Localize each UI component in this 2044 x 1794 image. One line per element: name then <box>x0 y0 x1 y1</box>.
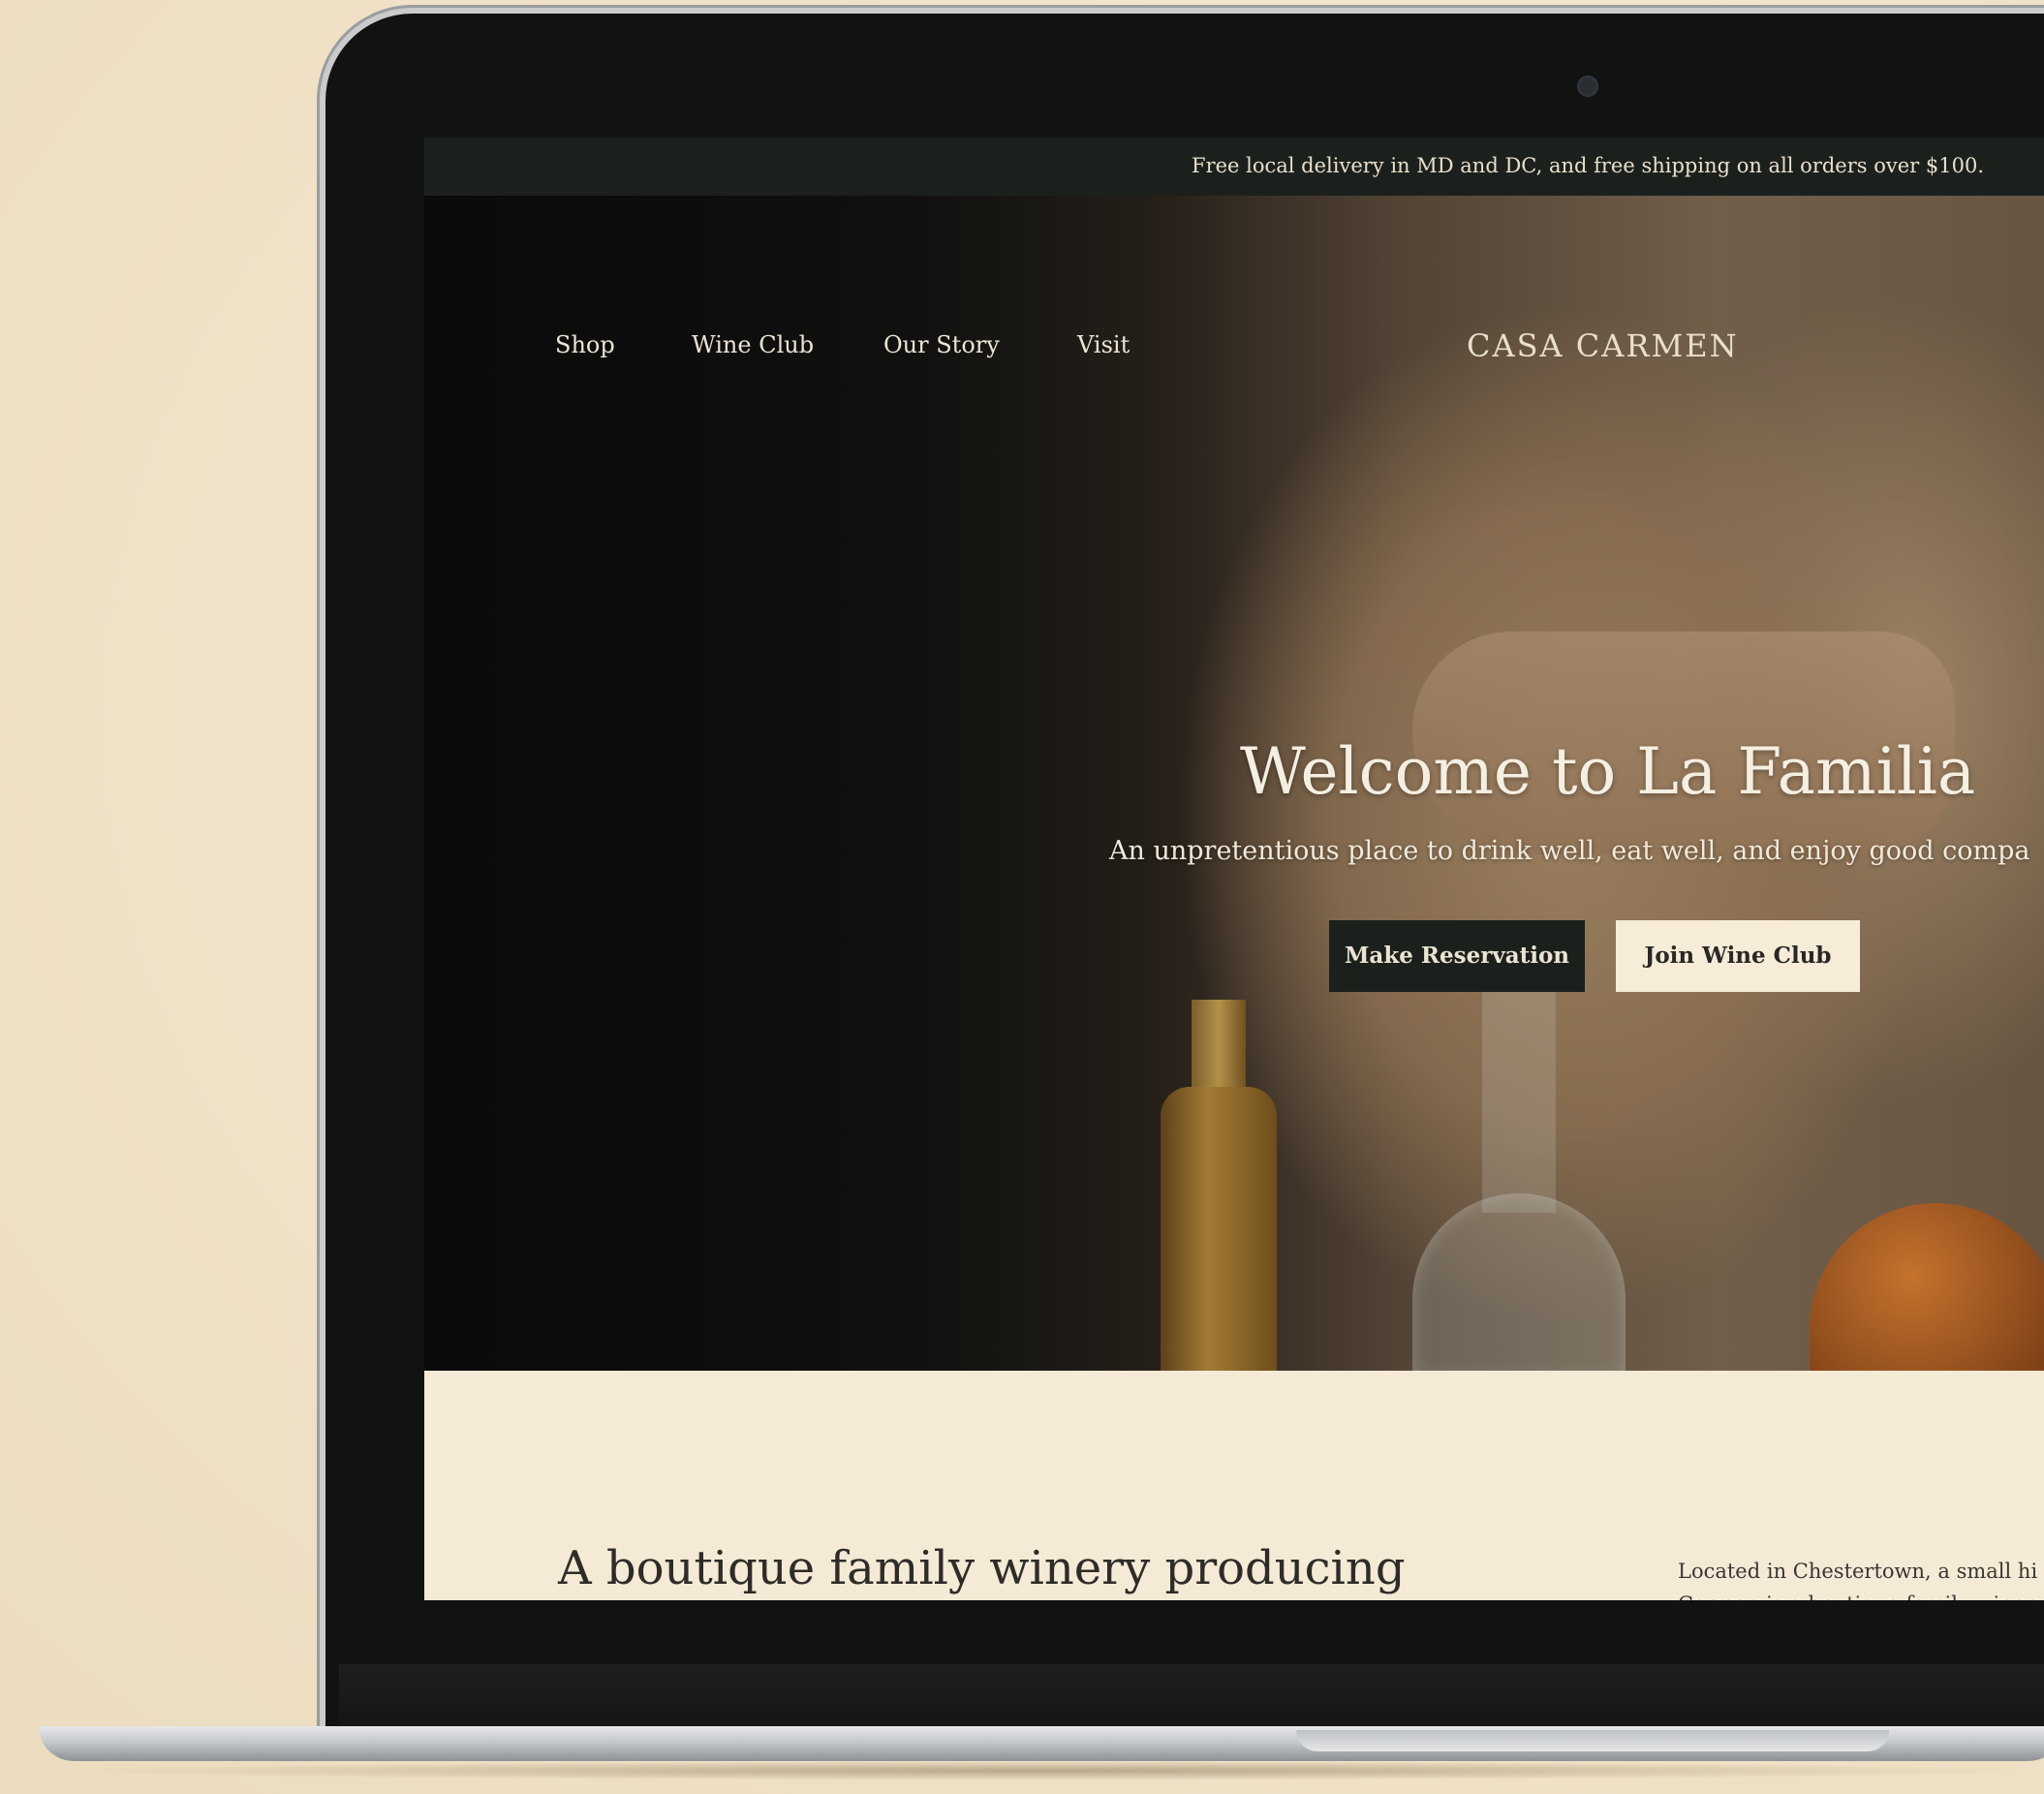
announcement-text: Free local delivery in MD and DC, and fr… <box>1192 154 1984 177</box>
hero-title: Welcome to La Familia <box>1240 734 1976 809</box>
announcement-bar: Free local delivery in MD and DC, and fr… <box>424 138 2044 196</box>
camera-icon <box>1577 76 1598 97</box>
make-reservation-button[interactable]: Make Reservation <box>1329 920 1585 992</box>
intro-section: A boutique family winery producing Locat… <box>424 1371 2044 1600</box>
site-logo[interactable]: CASA CARMEN <box>1467 327 1739 364</box>
intro-text: Located in Chestertown, a small hi Carme… <box>1678 1555 2044 1600</box>
intro-text-line: Located in Chestertown, a small hi <box>1678 1560 2038 1583</box>
laptop-opening-notch <box>1296 1730 1889 1751</box>
nav-link-shop[interactable]: Shop <box>555 331 615 358</box>
hero-subtitle: An unpretentious place to drink well, ea… <box>1109 836 2030 866</box>
nav-link-our-story[interactable]: Our Story <box>883 331 1000 358</box>
laptop-screen: Free local delivery in MD and DC, and fr… <box>424 138 2044 1600</box>
intro-heading: A boutique family winery producing <box>558 1541 1406 1595</box>
intro-text-line: Carmen is a boutique family winery <box>1678 1588 2044 1600</box>
laptop-shadow <box>58 1761 2044 1780</box>
hero-section: Shop Wine Club Our Story Visit CASA CARM… <box>424 196 2044 1387</box>
nav-link-wine-club[interactable]: Wine Club <box>692 331 814 358</box>
nav-link-visit[interactable]: Visit <box>1077 331 1130 358</box>
join-wine-club-button[interactable]: Join Wine Club <box>1616 920 1860 992</box>
laptop-chin <box>339 1664 2044 1730</box>
